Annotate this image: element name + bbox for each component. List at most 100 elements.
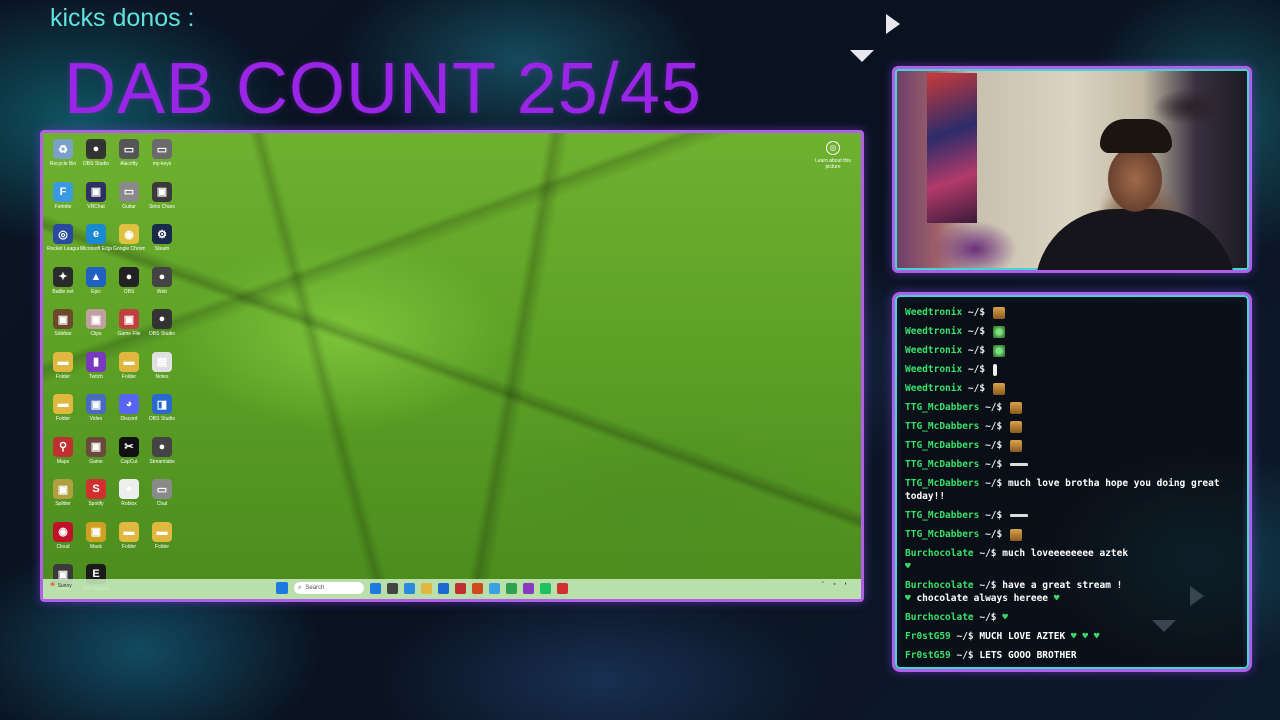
desktop-icon-label: Mask bbox=[90, 543, 102, 550]
learn-about-picture[interactable]: ◎ Learn about this picture bbox=[813, 141, 853, 170]
chat-username[interactable]: Weedtronix bbox=[905, 326, 968, 337]
taskbar-app-icon[interactable] bbox=[489, 582, 500, 594]
desktop-icon[interactable]: e Microsoft Edge bbox=[80, 224, 112, 267]
chat-username[interactable]: TTG_McDabbers bbox=[905, 440, 985, 451]
taskbar-app-icon[interactable] bbox=[387, 582, 398, 594]
desktop-icon[interactable]: ▭ Chat bbox=[146, 479, 178, 522]
chat-username[interactable]: Weedtronix bbox=[905, 345, 968, 356]
desktop-icon[interactable]: ▬ Folder bbox=[47, 351, 79, 395]
taskbar-app-icon[interactable] bbox=[370, 582, 381, 594]
taskbar-app-icon[interactable] bbox=[557, 582, 568, 594]
chat-username[interactable]: Weedtronix bbox=[905, 364, 968, 375]
chat-username[interactable]: TTG_McDabbers bbox=[905, 529, 985, 540]
desktop-icon-label: CapCut bbox=[120, 458, 138, 465]
desktop-icon[interactable]: ▣ VRChat bbox=[80, 181, 112, 225]
weather-widget[interactable]: ☀ Sunny bbox=[49, 581, 72, 590]
desktop-icon[interactable]: ◎ Rocket League bbox=[47, 224, 79, 267]
desktop-icon[interactable]: ● Web bbox=[146, 266, 178, 310]
desktop-icon[interactable]: ▬ Folder bbox=[47, 394, 79, 437]
app-icon: ▣ bbox=[53, 309, 73, 329]
chat-username[interactable]: TTG_McDabbers bbox=[905, 478, 985, 489]
desktop-icon[interactable]: ◉ Cloud bbox=[47, 521, 79, 565]
desktop-icon[interactable]: ● Roblox bbox=[113, 479, 145, 522]
deco-triangle bbox=[850, 50, 874, 62]
desktop-icon[interactable]: ● OBS Studio bbox=[80, 139, 112, 182]
desktop-icon[interactable]: ▭ Guitar bbox=[113, 181, 145, 225]
desktop-icon[interactable]: ▣ Mask bbox=[80, 521, 112, 565]
chat-prompt: ~/$ bbox=[956, 631, 980, 642]
taskbar-app-icon[interactable] bbox=[438, 582, 449, 594]
desktop-icon[interactable]: ✂ CapCut bbox=[113, 436, 145, 480]
desktop-icon[interactable]: ▤ Notes bbox=[146, 351, 178, 395]
desktop-icon[interactable]: ● OBS Studio bbox=[146, 309, 178, 352]
taskbar-app-icon[interactable] bbox=[472, 582, 483, 594]
chat-username[interactable]: Burchocolate bbox=[905, 548, 979, 559]
chat-username[interactable]: Burchocolate bbox=[905, 580, 979, 591]
heart-emote-icon: ♥ bbox=[1002, 612, 1008, 623]
desktop-icon[interactable]: ● Streamlabs bbox=[146, 436, 178, 480]
taskbar-app-icon[interactable] bbox=[506, 582, 517, 594]
desktop-icon[interactable]: F Fortnite bbox=[47, 181, 79, 225]
desktop-icon[interactable]: ▭ my-keys bbox=[146, 139, 178, 182]
chat-username[interactable]: Weedtronix bbox=[905, 383, 968, 394]
desktop-icon[interactable]: ▬ Folder bbox=[113, 351, 145, 395]
desktop-icon-label: Game File bbox=[117, 331, 141, 337]
taskbar-app-icon[interactable] bbox=[421, 582, 432, 594]
heart-emote-icon: ♥ bbox=[1088, 631, 1100, 642]
desktop-icon-label: Steam bbox=[154, 246, 170, 252]
desktop-icon[interactable]: ▬ Folder bbox=[146, 521, 178, 565]
obs-icon: ◨ bbox=[152, 394, 172, 414]
chat-username[interactable]: Weedtronix bbox=[905, 307, 968, 318]
tray-chevron-icon[interactable]: ⌃ bbox=[821, 581, 825, 587]
desktop-icon[interactable]: ▣ Video bbox=[80, 394, 112, 437]
desktop-icon[interactable]: ✦ Battle.net bbox=[47, 266, 79, 310]
chat-username[interactable]: Fr0stG59 bbox=[905, 650, 956, 661]
desktop-icon[interactable]: ▲ Epic bbox=[80, 266, 112, 310]
obs-icon: ● bbox=[152, 309, 172, 329]
desktop-icon-label: Folder bbox=[121, 543, 137, 550]
desktop-icon[interactable]: ⚲ Maps bbox=[47, 436, 79, 480]
chat-message: Weedtronix ~/$ bbox=[901, 322, 1243, 341]
desktop-icon[interactable]: ▣ Splitter bbox=[47, 479, 79, 522]
desktop-icon[interactable]: ⚙ Steam bbox=[146, 224, 178, 267]
desktop-icon[interactable]: ▣Game bbox=[80, 436, 112, 480]
taskbar-search[interactable]: ⌕ Search bbox=[294, 582, 364, 594]
desktop-icon[interactable]: ▮ Twitch bbox=[80, 351, 112, 395]
chat-username[interactable]: Fr0stG59 bbox=[905, 631, 956, 642]
desktop-icon[interactable]: ◉ Google Chrome bbox=[113, 224, 145, 267]
desktop-icon-label: Fortnite bbox=[54, 203, 72, 210]
desktop-icon[interactable]: ▬ Folder bbox=[113, 521, 145, 565]
desktop-icon-label: Clips bbox=[90, 331, 102, 337]
chat-message: TTG_McDabbers ~/$ bbox=[901, 436, 1243, 455]
desktop-icon-label: Chat bbox=[156, 501, 168, 507]
chat-username[interactable]: TTG_McDabbers bbox=[905, 510, 985, 521]
desktop-icon[interactable]: ▣ Sims Chars bbox=[146, 181, 178, 225]
start-button[interactable] bbox=[276, 582, 288, 594]
taskbar-app-icon[interactable] bbox=[455, 582, 466, 594]
taskbar-app-icon[interactable] bbox=[404, 582, 415, 594]
chat-username[interactable]: TTG_McDabbers bbox=[905, 459, 985, 470]
desktop-icon[interactable]: ▣ Clips bbox=[80, 309, 112, 352]
desktop-icon[interactable]: ▣ Sidebar bbox=[47, 309, 79, 352]
desktop-icon[interactable]: ◕ Discord bbox=[113, 394, 145, 437]
volume-icon[interactable]: ◖ bbox=[844, 581, 847, 587]
app-icon: ● bbox=[152, 436, 172, 457]
network-icon[interactable]: ◒ bbox=[833, 581, 836, 587]
chat-username[interactable]: TTG_McDabbers bbox=[905, 402, 985, 413]
desktop-icon[interactable]: ▭ Alacritty bbox=[113, 139, 145, 182]
desktop-icon[interactable]: ◨ OBS Studio bbox=[146, 394, 178, 437]
chat-username[interactable]: Burchocolate bbox=[905, 612, 979, 623]
taskbar-app-icon[interactable] bbox=[523, 582, 534, 594]
desktop-icon-label: OBS Studio bbox=[148, 331, 176, 337]
chat-username[interactable]: TTG_McDabbers bbox=[905, 421, 985, 432]
desktop-icon-label: Epic bbox=[91, 288, 101, 295]
desktop-icon[interactable]: S Spotify bbox=[80, 479, 112, 522]
desktop-icon[interactable]: ▣ Game File bbox=[113, 309, 145, 352]
chrome-icon: ◉ bbox=[119, 224, 139, 244]
desktop-icon[interactable]: ● OBS bbox=[113, 266, 145, 310]
chat-prompt: ~/$ bbox=[985, 510, 1008, 521]
taskbar-app-icon[interactable] bbox=[540, 582, 551, 594]
chat-message: Fr0stG59 ~/$ MUCH LOVE AZTEK ♥ ♥ ♥ bbox=[901, 627, 1243, 646]
desktop-icon-label: VRChat bbox=[87, 203, 105, 210]
desktop-icon[interactable]: ♻ Recycle Bin bbox=[47, 139, 79, 182]
